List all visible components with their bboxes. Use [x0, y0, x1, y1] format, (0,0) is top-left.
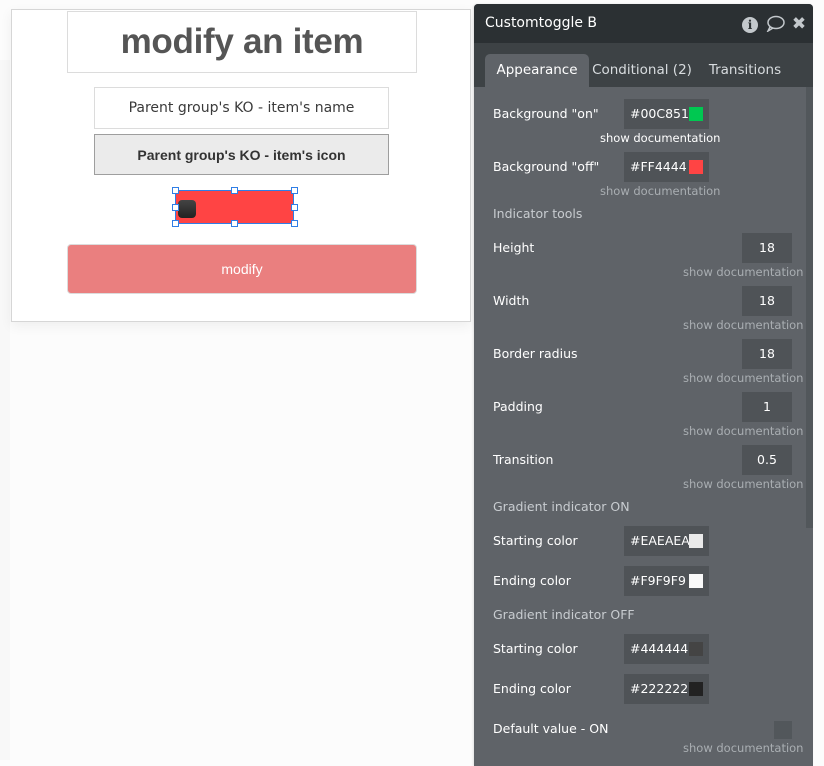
- show-documentation-link[interactable]: show documentation: [683, 741, 803, 755]
- toggle-knob: [178, 200, 196, 218]
- width-label: Width: [493, 293, 530, 308]
- show-documentation-link[interactable]: show documentation: [683, 265, 803, 279]
- height-input[interactable]: 18: [742, 233, 792, 263]
- gradient-on-end-swatch: [689, 574, 703, 588]
- gradient-on-end-label: Ending color: [493, 573, 571, 588]
- gradient-on-start-color-field[interactable]: #EAEAEA: [624, 526, 709, 556]
- show-documentation-link[interactable]: show documentation: [600, 131, 720, 145]
- background-on-color-field[interactable]: #00C851: [624, 99, 709, 129]
- resize-handle-top-left[interactable]: [172, 187, 179, 194]
- gradient-off-end-hex: #222222: [630, 681, 689, 696]
- gradient-off-end-color-field[interactable]: #222222: [624, 674, 709, 704]
- popup-title: modify an item: [120, 22, 364, 61]
- indicator-tools-label: Indicator tools: [493, 206, 583, 221]
- tab-conditional[interactable]: Conditional (2): [592, 54, 692, 87]
- show-documentation-link[interactable]: show documentation: [683, 424, 803, 438]
- padding-label: Padding: [493, 399, 543, 414]
- info-glyph: i: [742, 17, 758, 33]
- show-documentation-link[interactable]: show documentation: [683, 318, 803, 332]
- default-value-checkbox[interactable]: [774, 721, 792, 739]
- modify-button[interactable]: modify: [67, 244, 417, 294]
- gradient-off-start-color-field[interactable]: #444444: [624, 634, 709, 664]
- close-icon[interactable]: ✖: [791, 15, 807, 33]
- panel-scrollbar[interactable]: [806, 87, 813, 528]
- background-off-color-field[interactable]: #FF4444: [624, 152, 709, 182]
- background-on-swatch: [689, 107, 703, 121]
- gradient-on-start-swatch: [689, 534, 703, 548]
- gradient-on-end-color-field[interactable]: #F9F9F9: [624, 566, 709, 596]
- canvas-background: [0, 60, 10, 760]
- comment-icon[interactable]: [766, 15, 785, 33]
- width-input[interactable]: 18: [742, 286, 792, 316]
- padding-input[interactable]: 1: [742, 392, 792, 422]
- gradient-off-start-label: Starting color: [493, 641, 578, 656]
- item-icon-field[interactable]: Parent group's KO - item's icon: [94, 134, 389, 175]
- gradient-on-end-hex: #F9F9F9: [630, 573, 686, 588]
- gradient-on-label: Gradient indicator ON: [493, 499, 630, 514]
- tab-transitions[interactable]: Transitions: [702, 54, 788, 87]
- resize-handle-left[interactable]: [172, 204, 179, 211]
- custom-toggle-selected[interactable]: [172, 187, 298, 227]
- popup-title-box[interactable]: modify an item: [67, 11, 417, 73]
- resize-handle-right[interactable]: [291, 204, 298, 211]
- show-documentation-link[interactable]: show documentation: [600, 184, 720, 198]
- gradient-off-start-hex: #444444: [630, 641, 689, 656]
- background-off-swatch: [689, 160, 703, 174]
- resize-handle-bottom[interactable]: [231, 220, 238, 227]
- speech-bubble-icon: [766, 15, 785, 33]
- gradient-off-start-swatch: [689, 642, 703, 656]
- popup-modify-item[interactable]: modify an item Parent group's KO - item'…: [11, 9, 471, 322]
- panel-tabs: Appearance Conditional (2) Transitions: [474, 43, 813, 87]
- background-off-hex: #FF4444: [630, 159, 687, 174]
- panel-header[interactable]: Customtoggle B i ✖: [474, 4, 813, 43]
- resize-handle-top[interactable]: [231, 187, 238, 194]
- gradient-off-end-swatch: [689, 682, 703, 696]
- custom-toggle[interactable]: [175, 190, 294, 224]
- transition-label: Transition: [493, 452, 554, 467]
- property-editor-panel: Customtoggle B i ✖ Appearance Conditiona…: [474, 4, 813, 766]
- background-off-label: Background "off": [493, 159, 600, 174]
- border-radius-label: Border radius: [493, 346, 578, 361]
- resize-handle-top-right[interactable]: [291, 187, 298, 194]
- height-label: Height: [493, 240, 535, 255]
- item-name-input[interactable]: Parent group's KO - item's name: [94, 87, 389, 129]
- show-documentation-link[interactable]: show documentation: [683, 477, 803, 491]
- background-on-label: Background "on": [493, 106, 599, 121]
- show-documentation-link[interactable]: show documentation: [683, 371, 803, 385]
- gradient-off-label: Gradient indicator OFF: [493, 607, 635, 622]
- info-icon[interactable]: i: [742, 15, 758, 33]
- gradient-on-start-hex: #EAEAEA: [630, 533, 690, 548]
- resize-handle-bottom-left[interactable]: [172, 220, 179, 227]
- tab-appearance[interactable]: Appearance: [485, 54, 589, 87]
- panel-title: Customtoggle B: [485, 15, 598, 31]
- transition-input[interactable]: 0.5: [742, 445, 792, 475]
- gradient-on-start-label: Starting color: [493, 533, 578, 548]
- default-value-label: Default value - ON: [493, 721, 609, 736]
- resize-handle-bottom-right[interactable]: [291, 220, 298, 227]
- border-radius-input[interactable]: 18: [742, 339, 792, 369]
- background-on-hex: #00C851: [630, 106, 689, 121]
- gradient-off-end-label: Ending color: [493, 681, 571, 696]
